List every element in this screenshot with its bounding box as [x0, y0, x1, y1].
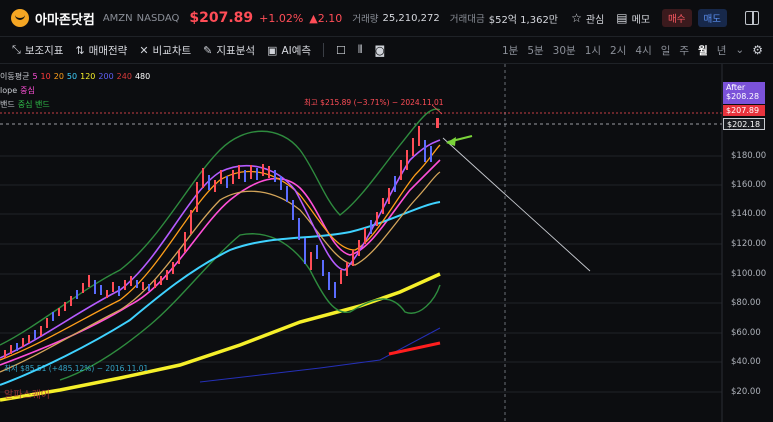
period-1min[interactable]: 1분 [502, 43, 518, 58]
indicator-legend: 이동평균 5 10 20 50 120 200 240 480 lope 중심 … [0, 70, 153, 112]
current-price-badge: $207.89 [723, 105, 765, 116]
volume-value: 25,210,272 [382, 12, 440, 24]
watchlist-label: 관심 [585, 14, 605, 26]
ai-icon: ▣ [267, 43, 278, 57]
toolbar-divider [323, 43, 325, 57]
period-day[interactable]: 일 [661, 43, 671, 58]
after-hours-badge: After $208.28 [723, 82, 765, 104]
ma-5: 5 [32, 72, 38, 81]
period-month[interactable]: 월 [698, 43, 708, 58]
memo-label: 메모 [631, 14, 651, 26]
center-band [0, 159, 441, 366]
more-periods-icon[interactable]: ⌄ [735, 44, 744, 56]
ma-480: 480 [134, 72, 151, 81]
exchange-name: NASDAQ [136, 12, 180, 24]
compare-icon: ✕ [139, 43, 149, 57]
period-5min[interactable]: 5분 [527, 43, 543, 58]
after-label: After [726, 83, 746, 92]
ref-price-badge: $202.18 [723, 118, 765, 130]
ma-10: 10 [40, 72, 51, 81]
slope-title: lope [0, 86, 18, 95]
ma-red-segment [388, 341, 441, 356]
ma-120-line [0, 272, 441, 402]
change-absolute: ▲2.10 [309, 11, 343, 25]
axis-tick: $120.00 [731, 239, 767, 249]
camera-icon[interactable]: ◙ [375, 44, 386, 57]
period-30min[interactable]: 30분 [553, 43, 576, 58]
ticker-symbol: AMZN [102, 12, 133, 24]
sell-button[interactable]: 매도 [697, 9, 727, 27]
stock-name: 아마존닷컴 [35, 12, 95, 28]
analysis-icon: ✎ [203, 43, 213, 57]
axis-tick: $80.00 [731, 298, 761, 308]
tool-label: AI예측 [281, 44, 312, 57]
low-annotation: 최저 $85.51 (+485.12%) − 2016.11.01 [4, 363, 149, 373]
band-value: 중심 밴드 [17, 100, 50, 109]
candlestick-icon[interactable]: ⫴ [358, 43, 363, 57]
ma-20-band [0, 171, 441, 373]
strategy-icon: ⇅ [75, 43, 85, 57]
current-price: $207.89 [189, 10, 254, 26]
star-icon: ☆ [571, 11, 582, 25]
ma-20: 20 [53, 72, 64, 81]
amount-label: 거래대금 [449, 14, 485, 25]
tool-ai-predict[interactable]: ▣ AI예측 [267, 43, 311, 58]
square-tool-icon[interactable]: ☐ [336, 44, 346, 57]
period-year[interactable]: 년 [717, 43, 727, 58]
panel-toggle-icon[interactable] [745, 11, 759, 25]
tool-label: 지표분석 [216, 44, 256, 57]
watermark: 알파스퀘어 [4, 389, 50, 401]
gear-icon[interactable]: ⚙ [752, 43, 763, 57]
amount-value: $52억 1,362만 [488, 14, 559, 26]
after-price: $208.28 [726, 92, 760, 101]
period-2h[interactable]: 2시 [610, 43, 626, 58]
axis-tick: $40.00 [731, 357, 761, 367]
memo-icon: ▤ [616, 11, 628, 25]
ma-legend-row[interactable]: 이동평균 5 10 20 50 120 200 240 480 [0, 70, 153, 84]
period-week[interactable]: 주 [679, 43, 689, 58]
watchlist-button[interactable]: ☆ 관심 [571, 11, 604, 26]
tool-label: 비교차트 [152, 44, 192, 57]
ma-240: 240 [116, 72, 132, 81]
period-selector: 1분 5분 30분 1시 2시 4시 일 주 월 년 ⌄ ⚙ [502, 37, 773, 63]
axis-tick: $100.00 [731, 269, 767, 279]
slope-legend-row[interactable]: lope 중심 [0, 84, 153, 98]
axis-tick: $140.00 [731, 209, 767, 219]
axis-tick: $160.00 [731, 180, 767, 190]
ma-50-line [0, 201, 441, 386]
price-chart[interactable]: 최고 $215.89 (−3.71%) − 2024.11.01 최저 $85.… [0, 64, 773, 422]
trend-line [442, 137, 591, 272]
indicators-icon: ⤡ [12, 43, 21, 56]
memo-button[interactable]: ▤ 메모 [616, 11, 650, 26]
stock-header: 아마존닷컴 AMZN NASDAQ $207.89 +1.02% ▲2.10 거… [0, 0, 773, 37]
amazon-logo-icon [11, 9, 29, 27]
tool-indicators[interactable]: ⤡ 보조지표 [12, 43, 63, 58]
change-percent: +1.02% [259, 11, 304, 25]
tool-analysis[interactable]: ✎ 지표분석 [203, 43, 255, 58]
tool-label: 보조지표 [24, 44, 64, 57]
axis-tick: $180.00 [731, 151, 767, 161]
buy-button[interactable]: 매수 [662, 9, 692, 27]
header-actions: ☆ 관심 ▤ 메모 매수 매도 [571, 0, 773, 36]
slope-value: 중심 [20, 86, 35, 95]
volume-label: 거래량 [352, 14, 379, 25]
period-1h[interactable]: 1시 [585, 43, 601, 58]
band-title: 밴드 [0, 100, 15, 109]
ma-240-line [199, 327, 441, 383]
tool-label: 매매전략 [88, 44, 128, 57]
ma-120: 120 [80, 72, 96, 81]
axis-tick: $20.00 [731, 387, 761, 397]
ma-200: 200 [98, 72, 114, 81]
band-legend-row[interactable]: 밴드 중심 밴드 [0, 98, 153, 112]
axis-tick: $60.00 [731, 328, 761, 338]
ma-title: 이동평균 [0, 72, 30, 81]
period-4h[interactable]: 4시 [635, 43, 651, 58]
ma-50: 50 [66, 72, 78, 81]
high-annotation: 최고 $215.89 (−3.71%) − 2024.11.01 [304, 97, 444, 107]
tool-strategy[interactable]: ⇅ 매매전략 [75, 43, 127, 58]
tool-compare[interactable]: ✕ 비교차트 [139, 43, 191, 58]
